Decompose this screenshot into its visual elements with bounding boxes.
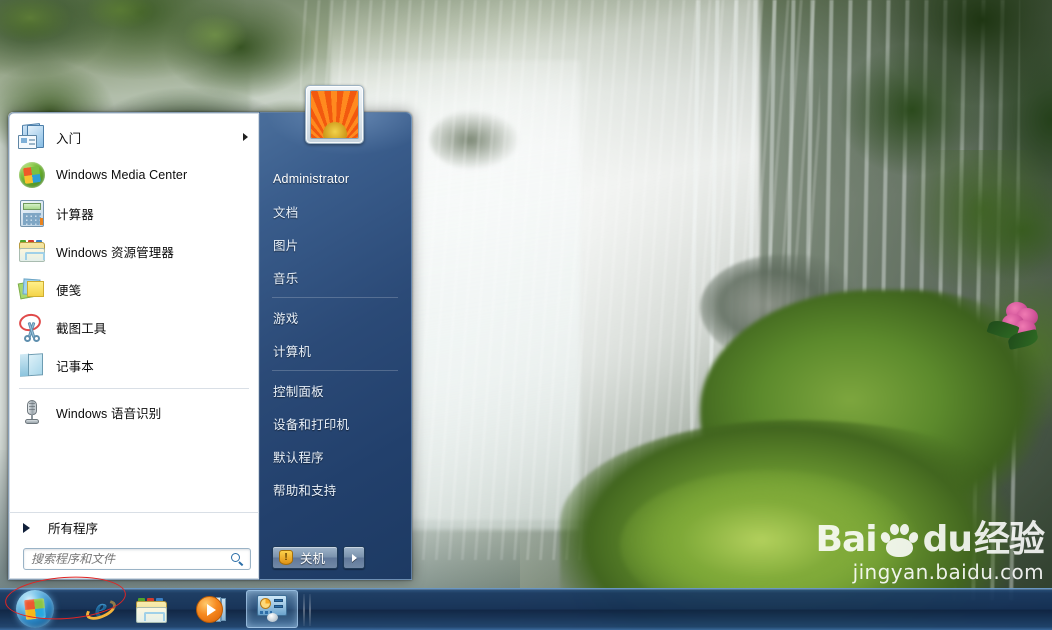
start-menu-right-item-devices-and-printers[interactable]: 设备和打印机 (259, 407, 411, 440)
taskbar-divider (309, 594, 311, 626)
start-menu-item-label: Windows 资源管理器 (56, 245, 174, 260)
start-menu-item-label: 记事本 (56, 359, 94, 374)
pinned-programs-list: 入门 Windows Media Center 计算器 Windows 资源管理… (9, 113, 259, 512)
shutdown-options-button[interactable] (343, 546, 366, 569)
start-menu-right-item-default-programs[interactable]: 默认程序 (259, 440, 411, 473)
shield-warning-icon (279, 550, 293, 565)
start-menu-right-pane: Administrator 文档 图片 音乐 游戏 计算机 控制面板 设备和打印… (259, 112, 412, 580)
windows-media-center-icon (17, 160, 47, 190)
start-menu-item-notepad[interactable]: 记事本 (9, 346, 259, 384)
start-menu-right-divider (272, 297, 398, 298)
chevron-right-icon (243, 133, 248, 141)
taskbar-item-control-panel[interactable] (246, 590, 298, 628)
start-menu-right-item-computer[interactable]: 计算机 (259, 334, 411, 367)
all-programs-label: 所有程序 (48, 522, 99, 536)
orange-flower-avatar (310, 90, 359, 139)
user-avatar[interactable] (305, 85, 364, 144)
getting-started-icon (17, 122, 47, 152)
all-programs-button[interactable]: 所有程序 (9, 512, 259, 542)
speech-recognition-icon (17, 397, 47, 427)
taskbar-item-internet-explorer[interactable]: e (82, 591, 120, 627)
taskbar-item-windows-explorer[interactable] (132, 591, 170, 627)
windows-media-player-icon (196, 595, 226, 623)
start-menu-right-item-pictures[interactable]: 图片 (259, 228, 411, 261)
taskbar-item-windows-media-player[interactable] (192, 591, 230, 627)
power-area: 关机 (259, 546, 411, 579)
start-menu-item-snipping-tool[interactable]: 截图工具 (9, 308, 259, 346)
pink-flower (986, 300, 1040, 350)
start-menu-right-item-documents[interactable]: 文档 (259, 195, 411, 228)
start-menu-item-getting-started[interactable]: 入门 (9, 118, 259, 156)
start-menu-item-label: 便笺 (56, 283, 82, 298)
search-icon (231, 553, 244, 566)
start-menu-item-label: Windows Media Center (56, 168, 188, 182)
start-menu-right-item-control-panel[interactable]: 控制面板 (259, 374, 411, 407)
windows-orb-icon (16, 590, 54, 628)
shutdown-button[interactable]: 关机 (272, 546, 339, 569)
start-menu-item-label: 入门 (56, 131, 82, 146)
taskbar-divider (303, 594, 305, 626)
foliage-top-left-highlight (0, 0, 300, 120)
start-menu-item-windows-media-center[interactable]: Windows Media Center (9, 156, 259, 194)
start-menu-item-sticky-notes[interactable]: 便笺 (9, 270, 259, 308)
start-menu-right-item-games[interactable]: 游戏 (259, 301, 411, 334)
start-menu-item-windows-explorer[interactable]: Windows 资源管理器 (9, 232, 259, 270)
start-menu-right-divider (272, 370, 398, 371)
calculator-icon (17, 198, 47, 228)
shutdown-label: 关机 (300, 552, 326, 566)
windows-explorer-icon (17, 236, 47, 266)
start-menu-item-label: 计算器 (56, 207, 94, 222)
start-menu-right-item-administrator[interactable]: Administrator (259, 162, 411, 195)
start-menu-item-label: Windows 语音识别 (56, 406, 162, 421)
chevron-right-icon (351, 553, 357, 562)
start-menu-right-item-help-and-support[interactable]: 帮助和支持 (259, 473, 411, 506)
start-menu-right-item-music[interactable]: 音乐 (259, 261, 411, 294)
start-menu-left-pane: 入门 Windows Media Center 计算器 Windows 资源管理… (8, 112, 260, 580)
notepad-icon (17, 350, 47, 380)
search-box[interactable] (23, 548, 251, 570)
internet-explorer-icon: e (83, 594, 119, 624)
start-menu-item-label: 截图工具 (56, 321, 107, 336)
control-panel-icon (256, 595, 288, 623)
start-menu[interactable]: 入门 Windows Media Center 计算器 Windows 资源管理… (8, 112, 412, 580)
snipping-tool-icon (17, 311, 47, 342)
start-menu-item-speech-recognition[interactable]: Windows 语音识别 (9, 393, 259, 431)
chevron-right-icon (23, 522, 30, 533)
sticky-notes-icon (17, 274, 47, 304)
taskbar[interactable]: e (0, 588, 1052, 630)
search-input[interactable] (24, 549, 250, 569)
search-area (9, 542, 259, 579)
start-menu-item-calculator[interactable]: 计算器 (9, 194, 259, 232)
windows-explorer-icon (135, 596, 167, 623)
start-menu-divider (19, 388, 249, 389)
start-button[interactable] (8, 589, 62, 629)
